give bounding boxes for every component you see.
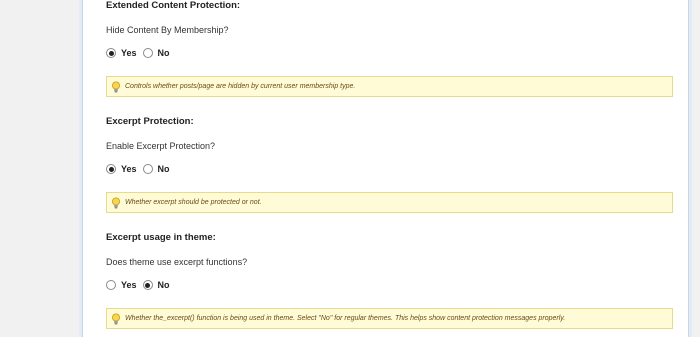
page-background-right xyxy=(690,0,700,337)
hint-box: Controls whether posts/page are hidden b… xyxy=(106,76,673,97)
yes-label[interactable]: Yes xyxy=(121,280,137,290)
yes-radio[interactable] xyxy=(106,164,116,174)
no-radio[interactable] xyxy=(142,164,153,174)
question-label: Enable Excerpt Protection? xyxy=(106,141,216,151)
question-label: Hide Content By Membership? xyxy=(106,25,229,35)
lightbulb-icon xyxy=(112,313,120,324)
radio-group: Yes No xyxy=(106,48,176,58)
yes-radio[interactable] xyxy=(106,280,116,290)
no-label[interactable]: No xyxy=(158,280,170,290)
hint-box: Whether excerpt should be protected or n… xyxy=(106,192,673,213)
no-label[interactable]: No xyxy=(158,48,170,58)
question-label: Does theme use excerpt functions? xyxy=(106,257,248,267)
hint-text: Whether excerpt should be protected or n… xyxy=(125,199,262,206)
radio-group: Yes No xyxy=(106,280,176,290)
lightbulb-icon xyxy=(112,197,120,208)
hint-text: Controls whether posts/page are hidden b… xyxy=(125,83,356,90)
yes-label[interactable]: Yes xyxy=(121,48,137,58)
no-radio[interactable] xyxy=(142,280,153,290)
section-title: Extended Content Protection: xyxy=(106,0,241,11)
hint-box: Whether the_excerpt() function is being … xyxy=(106,308,673,329)
no-label[interactable]: No xyxy=(158,164,170,174)
yes-radio[interactable] xyxy=(106,48,116,58)
lightbulb-icon xyxy=(112,81,120,92)
settings-panel: Extended Content Protection: Hide Conten… xyxy=(82,0,689,337)
section-title: Excerpt usage in theme: xyxy=(106,232,216,243)
radio-group: Yes No xyxy=(106,164,176,174)
no-radio[interactable] xyxy=(142,48,153,58)
section-title: Excerpt Protection: xyxy=(106,116,194,127)
yes-label[interactable]: Yes xyxy=(121,164,137,174)
hint-text: Whether the_excerpt() function is being … xyxy=(125,315,566,322)
page-background-left xyxy=(0,0,82,337)
